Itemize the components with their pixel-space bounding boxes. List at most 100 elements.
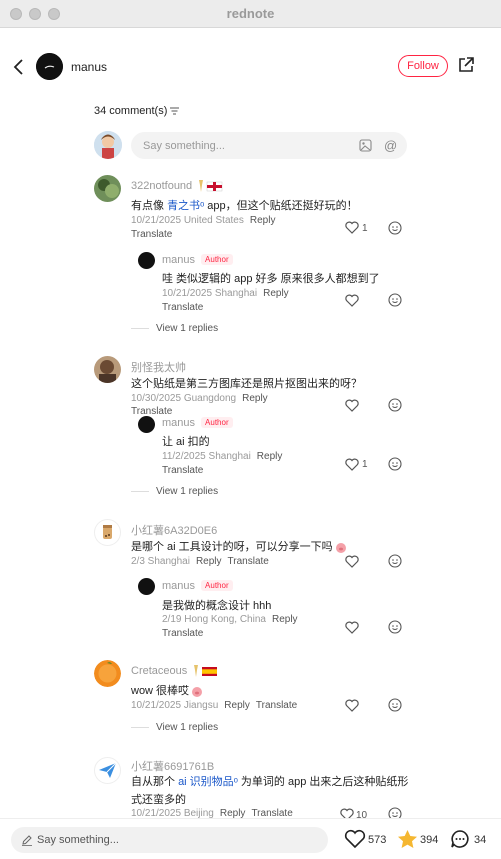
like-heart-icon[interactable] — [345, 458, 359, 471]
reply-button[interactable]: Reply — [272, 614, 298, 625]
translate-button[interactable]: Translate — [131, 229, 172, 240]
commenter-avatar[interactable] — [94, 660, 121, 687]
translate-button[interactable]: Translate — [162, 628, 203, 639]
comment-text: 有点像 青之书ᵒ app，但这个贴纸还挺好玩的！ — [131, 200, 358, 212]
divider — [131, 727, 149, 728]
share-icon[interactable] — [457, 56, 475, 74]
trophy-flag-icon — [194, 665, 218, 677]
like-count: 1 — [362, 459, 368, 470]
view-replies-button[interactable]: View 1 replies — [156, 722, 218, 733]
author-reply-avatar[interactable] — [138, 252, 155, 269]
collect-count: 394 — [420, 834, 439, 846]
pencil-icon — [22, 835, 32, 846]
commenter-name[interactable]: 322notfound — [131, 179, 223, 193]
star-icon[interactable] — [397, 829, 418, 849]
post-header: manus Follow — [0, 28, 501, 104]
comment-meta: 10/30/2025 Guangdong Reply — [131, 393, 268, 404]
comment-text: wow 很棒哎 — [131, 682, 203, 698]
comment-input[interactable]: Say something... @ — [131, 132, 407, 159]
translate-button[interactable]: Translate — [228, 556, 269, 567]
author-avatar[interactable] — [36, 53, 63, 80]
translate-button[interactable]: Translate — [162, 302, 203, 313]
likes-count: 573 — [368, 834, 387, 846]
reply-button[interactable]: Reply — [242, 393, 268, 404]
commenter-avatar[interactable] — [94, 175, 121, 202]
window-title: rednote — [226, 6, 275, 21]
bottom-action-bar: Say something... 573 394 34 — [0, 818, 501, 859]
author-name[interactable]: manus — [71, 60, 107, 74]
back-arrow-icon[interactable] — [12, 58, 26, 76]
emoji-react-icon[interactable] — [388, 293, 402, 307]
divider — [131, 491, 149, 492]
author-reply-avatar[interactable] — [138, 578, 155, 595]
image-icon[interactable] — [359, 139, 372, 152]
reply-meta: 10/21/2025 Shanghai Reply — [162, 288, 289, 299]
trophy-flag-icon — [199, 180, 223, 192]
search-link[interactable]: 青之书 — [167, 200, 200, 212]
like-heart-icon[interactable] — [345, 399, 359, 412]
emoji-react-icon[interactable] — [388, 221, 402, 235]
like-heart-icon[interactable] — [345, 221, 359, 234]
commenter-avatar[interactable] — [94, 356, 121, 383]
comment-bubble-icon[interactable] — [450, 829, 470, 849]
divider — [131, 328, 149, 329]
reply-button[interactable]: Reply — [250, 215, 276, 226]
window-titlebar: rednote — [0, 0, 501, 28]
sort-icon[interactable] — [170, 107, 180, 115]
comment-meta: 2/3 Shanghai Reply Translate — [131, 556, 269, 567]
emoji-react-icon[interactable] — [388, 457, 402, 471]
reply-author-name[interactable]: manus Author — [162, 580, 233, 592]
like-count: 1 — [362, 223, 368, 234]
reply-button[interactable]: Reply — [263, 288, 289, 299]
emoji-react-icon[interactable] — [388, 620, 402, 634]
my-avatar — [94, 131, 122, 159]
emoji-react-icon[interactable] — [388, 398, 402, 412]
pig-emoji-icon — [335, 542, 346, 553]
like-heart-icon[interactable] — [345, 699, 359, 712]
like-heart-icon[interactable] — [345, 555, 359, 568]
reply-button[interactable]: Reply — [257, 451, 283, 462]
like-heart-icon[interactable] — [345, 621, 359, 634]
author-badge: Author — [201, 417, 233, 428]
commenter-name[interactable]: 别怪我太帅 — [131, 359, 186, 375]
like-heart-icon[interactable] — [345, 294, 359, 307]
commenter-name[interactable]: 小红薯6A32D0E6 — [131, 522, 217, 538]
bottom-input-placeholder: Say something... — [37, 834, 119, 846]
view-replies-button[interactable]: View 1 replies — [156, 486, 218, 497]
commenter-avatar[interactable] — [94, 757, 121, 784]
like-heart-icon[interactable] — [344, 829, 366, 849]
pig-emoji-icon — [192, 686, 203, 697]
comment-meta: 10/21/2025 United States Reply — [131, 215, 276, 226]
comment-meta: 10/21/2025 Jiangsu Reply Translate — [131, 700, 298, 711]
search-link[interactable]: ai 识别物品 — [178, 776, 234, 788]
follow-button[interactable]: Follow — [398, 55, 448, 77]
emoji-react-icon[interactable] — [388, 698, 402, 712]
reply-author-name[interactable]: manus Author — [162, 254, 233, 266]
reply-button[interactable]: Reply — [224, 700, 250, 711]
reply-text: 哇 类似逻辑的 app 好多 原来很多人都想到了 — [162, 273, 380, 285]
translate-button[interactable]: Translate — [256, 700, 297, 711]
reply-button[interactable]: Reply — [196, 556, 222, 567]
comment-text: 是哪个 ai 工具设计的呀，可以分享一下吗 — [131, 538, 347, 554]
comment-text: 这个贴纸是第三方图库还是照片抠图出来的呀？ — [131, 378, 362, 390]
reply-text: 是我做的概念设计 hhh — [162, 600, 272, 612]
comment-text-line2: 式还蛮多的 — [131, 794, 186, 806]
comment-count[interactable]: 34 comment(s) — [94, 105, 180, 117]
reply-meta: 11/2/2025 Shanghai Reply — [162, 451, 283, 462]
commenter-name[interactable]: Cretaceous — [131, 664, 218, 678]
author-badge: Author — [201, 254, 233, 265]
author-badge: Author — [201, 580, 233, 591]
translate-button[interactable]: Translate — [162, 465, 203, 476]
commenter-avatar[interactable] — [94, 519, 121, 546]
reply-meta: 2/19 Hong Kong, China Reply — [162, 614, 298, 625]
comments-count: 34 — [474, 834, 487, 846]
mention-icon[interactable]: @ — [384, 138, 397, 153]
translate-button[interactable]: Translate — [131, 406, 172, 417]
commenter-name[interactable]: 小红薯6691761B — [131, 758, 214, 774]
comment-input-placeholder: Say something... — [143, 140, 225, 152]
reply-author-name[interactable]: manus Author — [162, 417, 233, 429]
author-reply-avatar[interactable] — [138, 416, 155, 433]
bottom-comment-input[interactable]: Say something... — [11, 827, 328, 853]
emoji-react-icon[interactable] — [388, 554, 402, 568]
view-replies-button[interactable]: View 1 replies — [156, 323, 218, 334]
